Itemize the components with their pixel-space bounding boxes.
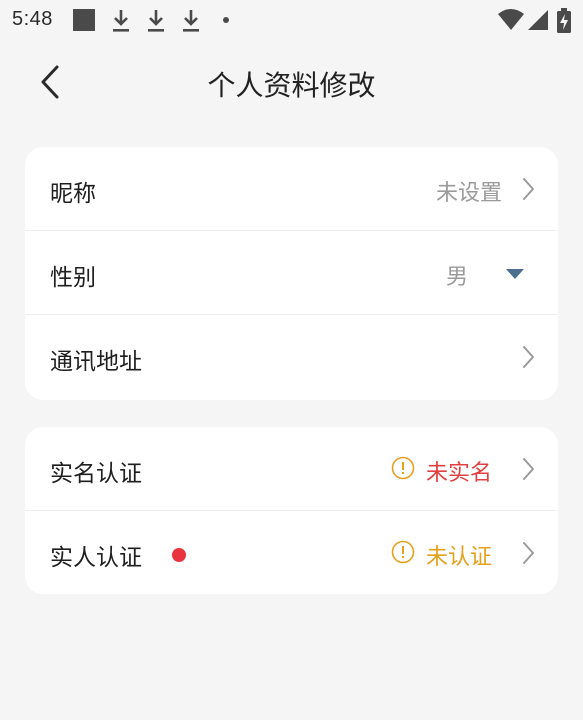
status-time: 5:48 [12,8,53,30]
battery-charging-icon [557,8,571,33]
chevron-right-icon [523,458,534,480]
new-badge-dot [172,548,186,562]
warning-icon [391,540,415,564]
real-person-status: 未认证 [425,545,492,570]
chevron-right-icon [523,542,534,564]
real-name-verification-label: 实名认证 [50,461,142,487]
real-name-status: 未实名 [425,461,492,486]
real-name-verification-row[interactable]: 实名认证 未实名 [25,427,558,511]
real-person-verification-row[interactable]: 实人认证 未认证 [25,511,558,594]
chevron-right-icon [523,346,534,368]
nickname-label: 昵称 [50,181,96,207]
gender-value: 男 [445,265,468,290]
address-label: 通讯地址 [50,349,142,375]
notification-square-icon [73,9,95,31]
gender-label: 性别 [50,265,96,291]
nickname-value: 未设置 [435,181,502,206]
dropdown-arrow-icon[interactable] [506,269,524,279]
nickname-row[interactable]: 昵称 未设置 [25,147,558,231]
download-icon [148,10,164,32]
warning-icon [391,456,415,480]
real-person-verification-label: 实人认证 [50,545,142,571]
app-header: 个人资料修改 [0,48,583,116]
address-row[interactable]: 通讯地址 [25,315,558,399]
page-title: 个人资料修改 [207,69,376,102]
more-notifications-dot-icon [223,17,229,23]
verification-card: 实名认证 未实名 实人认证 未认证 [25,427,558,594]
wifi-icon [498,9,524,30]
chevron-right-icon [523,178,534,200]
gender-row[interactable]: 性别 男 [25,231,558,315]
download-icon [183,10,199,32]
signal-icon [528,10,548,30]
download-icon [113,10,129,32]
status-bar: 5:48 [0,0,583,44]
profile-info-card: 昵称 未设置 性别 男 通讯地址 [25,147,558,400]
